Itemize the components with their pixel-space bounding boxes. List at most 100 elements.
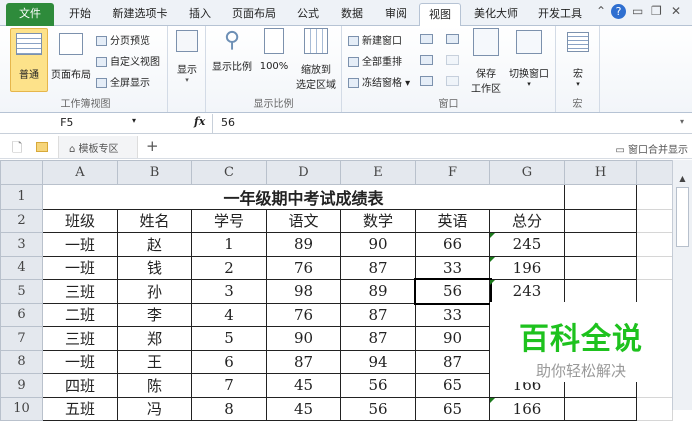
- cell-h[interactable]: [564, 183, 637, 210]
- cell[interactable]: 五班: [42, 396, 118, 421]
- function-icon[interactable]: fx: [194, 115, 205, 128]
- row-header[interactable]: 4: [0, 255, 43, 280]
- cell[interactable]: 二班: [42, 302, 118, 327]
- cell[interactable]: 1: [191, 232, 267, 257]
- tab-file[interactable]: 文件: [6, 3, 54, 26]
- row-header[interactable]: 5: [0, 279, 43, 304]
- tab-new[interactable]: 新建选项卡: [104, 3, 176, 26]
- side-by-side-icon[interactable]: [446, 34, 459, 44]
- cell-i[interactable]: [636, 255, 673, 280]
- cell[interactable]: 2: [191, 255, 267, 280]
- cell[interactable]: 65: [415, 373, 490, 398]
- zoom-selection-button[interactable]: 缩放到 选定区域: [292, 28, 340, 91]
- restore-icon[interactable]: ❐: [651, 4, 662, 18]
- folder-icon[interactable]: [36, 142, 48, 152]
- cell[interactable]: 56: [340, 373, 416, 398]
- cell-i[interactable]: [636, 183, 673, 210]
- close-icon[interactable]: ✕: [671, 4, 681, 18]
- cell-i[interactable]: [636, 279, 673, 304]
- tab-view[interactable]: 视图: [419, 3, 461, 27]
- cell[interactable]: 一班: [42, 255, 118, 280]
- header-cell[interactable]: 数学: [340, 208, 416, 233]
- cell[interactable]: 94: [340, 349, 416, 374]
- cell[interactable]: 三班: [42, 279, 118, 304]
- column-header-d[interactable]: D: [266, 160, 341, 185]
- merge-window-button[interactable]: ▭ 窗口合并显示: [615, 141, 688, 156]
- cell[interactable]: 87: [340, 255, 416, 280]
- cell-i[interactable]: [636, 232, 673, 257]
- cell[interactable]: 89: [266, 232, 341, 257]
- cell[interactable]: 7: [191, 373, 267, 398]
- cell[interactable]: 6: [191, 349, 267, 374]
- cell[interactable]: 赵: [117, 232, 192, 257]
- new-window-button[interactable]: 新建窗口: [348, 32, 402, 47]
- row-header[interactable]: 3: [0, 232, 43, 257]
- cell[interactable]: 郑: [117, 326, 192, 351]
- row-header[interactable]: 6: [0, 302, 43, 327]
- column-header-h[interactable]: H: [564, 160, 637, 185]
- name-box-dropdown-icon[interactable]: ▾: [132, 116, 136, 125]
- formula-input[interactable]: 56: [212, 114, 674, 133]
- column-header-e[interactable]: E: [340, 160, 416, 185]
- header-cell[interactable]: 姓名: [117, 208, 192, 233]
- cell[interactable]: 56: [413, 277, 492, 305]
- help-icon[interactable]: ?: [611, 4, 626, 19]
- cell[interactable]: 一班: [42, 349, 118, 374]
- cell[interactable]: 87: [266, 349, 341, 374]
- minimize-icon[interactable]: ▭: [632, 4, 643, 18]
- collapse-ribbon-icon[interactable]: ⌃: [596, 4, 606, 18]
- page-break-button[interactable]: 分页预览: [96, 32, 150, 47]
- tab-developer[interactable]: 开发工具: [530, 3, 590, 26]
- page-layout-button[interactable]: 页面布局: [48, 28, 94, 92]
- column-header-a[interactable]: A: [42, 160, 118, 185]
- cell[interactable]: 76: [266, 255, 341, 280]
- full-screen-button[interactable]: 全屏显示: [96, 74, 150, 89]
- new-file-icon[interactable]: 🗋: [12, 139, 22, 161]
- zoom-100-button[interactable]: 100%: [258, 28, 290, 72]
- column-header-b[interactable]: B: [117, 160, 192, 185]
- cell[interactable]: 56: [340, 396, 416, 421]
- tab-home[interactable]: 开始: [60, 3, 100, 26]
- cell[interactable]: 四班: [42, 373, 118, 398]
- column-header-c[interactable]: C: [191, 160, 267, 185]
- split-icon[interactable]: [420, 34, 433, 44]
- header-cell[interactable]: 英语: [415, 208, 490, 233]
- cell-h[interactable]: [564, 232, 637, 257]
- cell[interactable]: 8: [191, 396, 267, 421]
- row-header[interactable]: 9: [0, 373, 43, 398]
- normal-view-button[interactable]: 普通: [10, 28, 48, 92]
- select-all-button[interactable]: [0, 160, 43, 185]
- cell-h[interactable]: [564, 208, 637, 233]
- sync-scroll-icon[interactable]: [446, 55, 459, 65]
- cell[interactable]: 孙: [117, 279, 192, 304]
- cell[interactable]: 5: [191, 326, 267, 351]
- cell[interactable]: 4: [191, 302, 267, 327]
- tab-beautify[interactable]: 美化大师: [466, 3, 526, 26]
- hide-icon[interactable]: [420, 55, 433, 65]
- cell[interactable]: 三班: [42, 326, 118, 351]
- cell[interactable]: 一班: [42, 232, 118, 257]
- cell[interactable]: 65: [415, 396, 490, 421]
- custom-view-button[interactable]: 自定义视图: [96, 53, 160, 68]
- scroll-up-icon[interactable]: ▲: [673, 174, 692, 183]
- cell[interactable]: 钱: [117, 255, 192, 280]
- cell[interactable]: 89: [340, 279, 416, 304]
- cell[interactable]: 87: [415, 349, 490, 374]
- add-tab-button[interactable]: +: [146, 137, 159, 155]
- cell[interactable]: 87: [340, 302, 416, 327]
- cell[interactable]: 87: [340, 326, 416, 351]
- cell[interactable]: 33: [415, 255, 490, 280]
- save-workspace-button[interactable]: 保存 工作区: [468, 28, 504, 95]
- cell[interactable]: 243: [489, 279, 565, 304]
- cell[interactable]: 45: [266, 396, 341, 421]
- tab-page-layout[interactable]: 页面布局: [224, 3, 284, 26]
- header-cell[interactable]: 班级: [42, 208, 118, 233]
- cell-h[interactable]: [564, 255, 637, 280]
- cell[interactable]: 陈: [117, 373, 192, 398]
- cell[interactable]: 90: [266, 326, 341, 351]
- cell-h[interactable]: [564, 396, 637, 421]
- cell[interactable]: 冯: [117, 396, 192, 421]
- macro-button[interactable]: 宏 ▾: [564, 32, 592, 88]
- arrange-all-button[interactable]: 全部重排: [348, 53, 402, 68]
- column-header-f[interactable]: F: [415, 160, 490, 185]
